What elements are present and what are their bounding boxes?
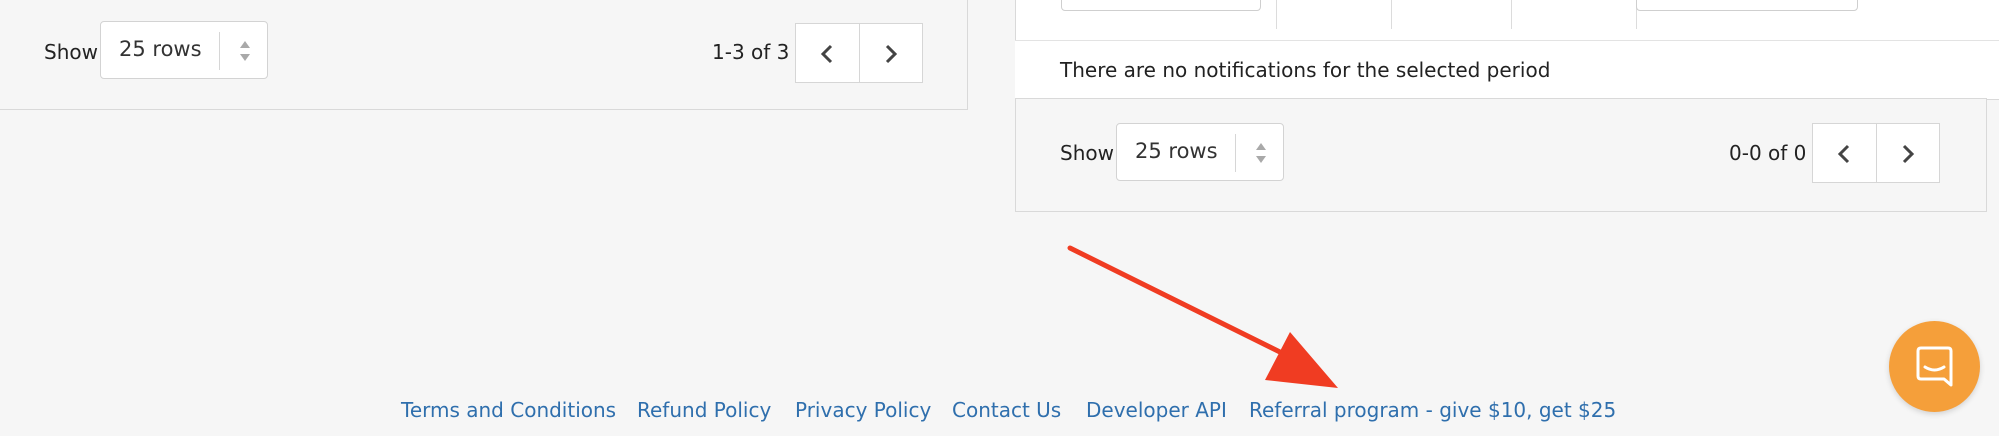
referral-program-link[interactable]: Referral program - give $10, get $25 [1249,398,1616,422]
next-page-button[interactable] [1877,124,1940,182]
pagination-controls [795,23,923,83]
empty-state-message: There are no notifications for the selec… [1060,58,1551,82]
filter-select[interactable] [1636,0,1858,11]
show-label: Show [44,40,98,64]
chat-launcher-button[interactable] [1889,321,1980,412]
rows-per-page-select[interactable]: 25 rows [1116,123,1284,181]
rows-select-value: 25 rows [119,37,202,61]
terms-link[interactable]: Terms and Conditions [401,398,616,422]
empty-state-row: There are no notifications for the selec… [1015,40,1999,98]
rows-per-page-select[interactable]: 25 rows [100,21,268,79]
pagination-count: 0-0 of 0 [1729,141,1807,165]
column-divider [1391,0,1392,29]
refund-policy-link[interactable]: Refund Policy [637,398,771,422]
previous-page-button[interactable] [1813,124,1877,182]
left-table-panel: Show 25 rows 1-3 of 3 [0,0,968,110]
chevron-left-icon [820,44,833,64]
column-divider [1276,0,1277,29]
chevron-left-icon [1837,144,1850,164]
red-arrow-icon [1067,245,1338,388]
select-divider [1235,134,1236,172]
sort-arrows-icon [1256,143,1266,163]
rows-select-value: 25 rows [1135,139,1218,163]
contact-us-link[interactable]: Contact Us [952,398,1061,422]
developer-api-link[interactable]: Developer API [1086,398,1227,422]
privacy-policy-link[interactable]: Privacy Policy [795,398,931,422]
column-divider [1511,0,1512,29]
chevron-right-icon [1902,144,1915,164]
pagination-controls [1812,123,1940,183]
pagination-count: 1-3 of 3 [712,40,790,64]
footer-links: Terms and Conditions Refund Policy Priva… [0,398,1999,426]
sort-arrows-icon [240,41,250,61]
chevron-right-icon [885,44,898,64]
filter-select[interactable] [1061,0,1261,11]
right-table-footer: Show 25 rows 0-0 of 0 [1015,98,1987,212]
show-label: Show [1060,141,1114,165]
select-divider [219,32,220,70]
chat-bubble-icon [1916,346,1953,387]
next-page-button[interactable] [860,24,923,82]
previous-page-button[interactable] [796,24,860,82]
